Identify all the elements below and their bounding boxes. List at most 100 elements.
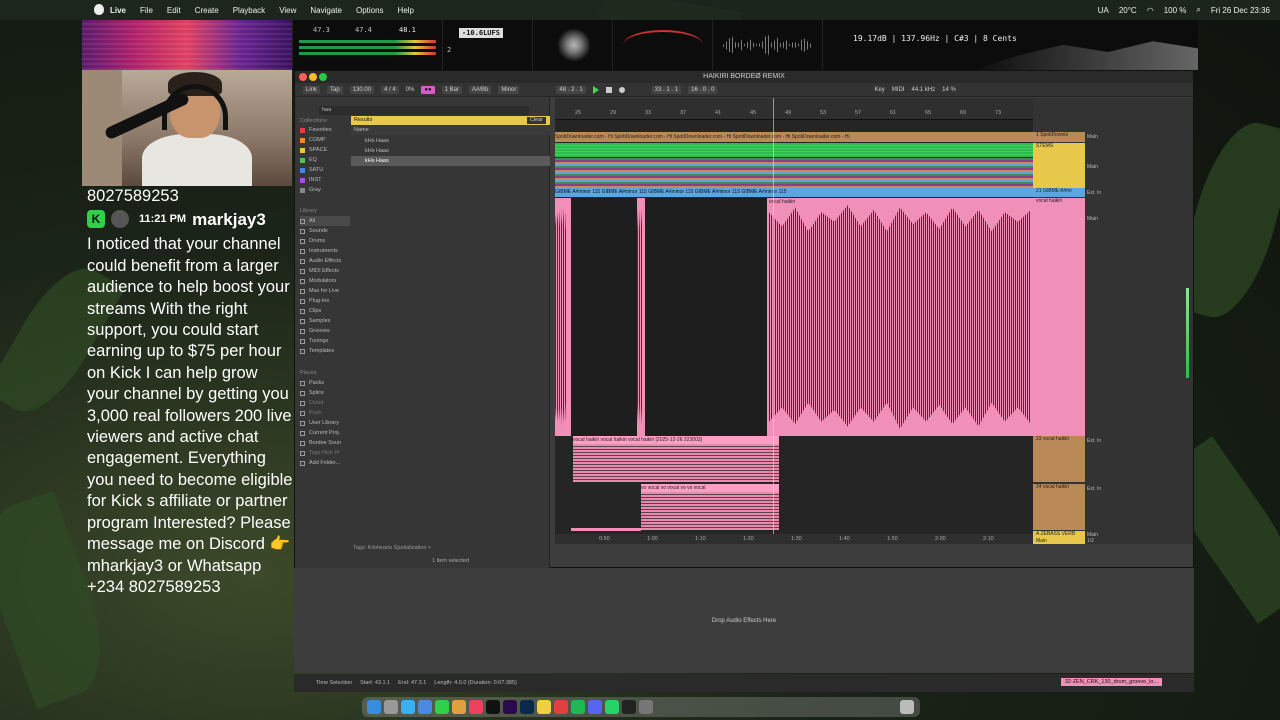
settings-icon[interactable] bbox=[639, 700, 653, 714]
stop-icon[interactable] bbox=[605, 86, 612, 93]
library-templates[interactable]: Templates bbox=[300, 346, 334, 356]
library-midi-effects[interactable]: MIDI Effects bbox=[300, 266, 339, 276]
menu-edit[interactable]: Edit bbox=[167, 6, 181, 15]
quantize-select[interactable]: 1 Bar bbox=[441, 85, 463, 94]
bar-ruler[interactable]: 25 29 33 37 41 45 49 53 57 61 65 69 73 bbox=[555, 98, 1033, 120]
device-view[interactable]: Drop Audio Effects Here bbox=[294, 568, 1194, 673]
clip-spotidownloader[interactable]: SpotiDownloader.com - Hi SpotiDownloader… bbox=[555, 132, 1033, 142]
discord-icon[interactable] bbox=[588, 700, 602, 714]
tap-button[interactable]: Tap bbox=[327, 85, 343, 94]
input-language[interactable]: UA bbox=[1098, 6, 1109, 15]
track-header-return-a[interactable]: A ZEBASS VERB bbox=[1033, 531, 1085, 538]
terminal-icon[interactable] bbox=[622, 700, 636, 714]
result-item-selected[interactable]: kHs Haas bbox=[351, 156, 550, 166]
lightroom-icon[interactable] bbox=[520, 700, 534, 714]
library-grooves[interactable]: Grooves bbox=[300, 326, 330, 336]
loop-start[interactable]: 33 . 1 . 1 bbox=[651, 85, 682, 94]
track-header-1[interactable]: 1 SpotiDownlo bbox=[1033, 132, 1085, 142]
track-header-gibme[interactable]: 21 GIBME A#mi bbox=[1033, 188, 1085, 197]
photos-icon[interactable] bbox=[452, 700, 466, 714]
library-tunings[interactable]: Tunings bbox=[300, 336, 328, 346]
time-signature[interactable]: 4 / 4 bbox=[381, 85, 399, 94]
clip-vocal-haikiri[interactable]: vocal haikiri bbox=[555, 198, 1033, 436]
menu-help[interactable]: Help bbox=[398, 6, 414, 15]
result-item[interactable]: kHs Haas bbox=[351, 136, 550, 146]
notes-icon[interactable] bbox=[537, 700, 551, 714]
collection-inst[interactable]: INST bbox=[300, 175, 322, 185]
track-header-vocal[interactable]: vocal haikiri bbox=[1033, 198, 1085, 436]
collection-satu[interactable]: SATU bbox=[300, 165, 323, 175]
clear-button[interactable]: Clear bbox=[526, 117, 546, 124]
music-icon[interactable] bbox=[469, 700, 483, 714]
key-map-button[interactable]: Key bbox=[874, 87, 884, 93]
mail-icon[interactable] bbox=[418, 700, 432, 714]
collection-eq[interactable]: EQ bbox=[300, 155, 317, 165]
library-sounds[interactable]: Sounds bbox=[300, 226, 328, 236]
midi-map-button[interactable]: MIDI bbox=[892, 87, 905, 93]
clip-vocal-haikiri-a[interactable]: vocal haikiri vocal haikiri vocal haikir… bbox=[573, 436, 779, 482]
menu-playback[interactable]: Playback bbox=[233, 6, 265, 15]
library-instruments[interactable]: Instruments bbox=[300, 246, 338, 256]
apple-icon[interactable] bbox=[94, 4, 104, 15]
zoom-button[interactable] bbox=[319, 73, 327, 81]
link-button[interactable]: Link bbox=[303, 85, 321, 94]
place-splice[interactable]: Splice bbox=[300, 388, 324, 398]
loop-length[interactable]: 16 . 0 . 0 bbox=[688, 85, 718, 94]
library-modulators[interactable]: Modulators bbox=[300, 276, 336, 286]
playhead[interactable] bbox=[773, 98, 774, 544]
weather-temp[interactable]: 20°C bbox=[1119, 6, 1137, 15]
menu-navigate[interactable]: Navigate bbox=[310, 6, 342, 15]
collection-space[interactable]: SPACE bbox=[300, 145, 327, 155]
results-name-column[interactable]: Name bbox=[351, 126, 550, 135]
tempo-field[interactable]: 130.00 bbox=[349, 85, 375, 94]
clip-vocal-haikiri-b[interactable]: vo vocal vo vocal vo vo vocal bbox=[641, 484, 779, 530]
menu-app[interactable]: Live bbox=[110, 6, 126, 15]
place-user-library[interactable]: User Library bbox=[300, 418, 339, 428]
library-audio-effects[interactable]: Audio Effects bbox=[300, 256, 341, 266]
library-plugins[interactable]: Plug-Ins bbox=[300, 296, 329, 306]
song-position[interactable]: 48 . 2 . 1 bbox=[556, 85, 586, 94]
track-header-main[interactable]: Main bbox=[1033, 538, 1085, 544]
menu-create[interactable]: Create bbox=[195, 6, 219, 15]
arrangement-view[interactable]: 25 29 33 37 41 45 49 53 57 61 65 69 73 S… bbox=[555, 98, 1033, 544]
wifi-icon[interactable]: ◠ bbox=[1147, 6, 1154, 15]
trash-icon[interactable] bbox=[900, 700, 914, 714]
battery-percent[interactable]: 100 % bbox=[1164, 6, 1187, 15]
finder-icon[interactable] bbox=[367, 700, 381, 714]
track-header-stems[interactable]: STEMS bbox=[1033, 143, 1085, 188]
status-clip-name[interactable]: 32-ZEN_CRK_130_drum_groove_lo... bbox=[1060, 678, 1162, 686]
library-samples[interactable]: Samples bbox=[300, 316, 330, 326]
menu-options[interactable]: Options bbox=[356, 6, 384, 15]
clip-stems-group[interactable] bbox=[555, 143, 1033, 157]
clock[interactable]: Fri 26 Dec 23:36 bbox=[1211, 6, 1270, 15]
metronome-button[interactable]: ●● bbox=[421, 85, 435, 94]
browser-search-input[interactable]: haa bbox=[319, 106, 529, 115]
place-tags[interactable]: Tags Nick Pr bbox=[300, 448, 340, 458]
lane-vocal-haikiri-23[interactable]: vocal haikiri vocal haikiri vocal haikir… bbox=[555, 436, 1033, 482]
result-item[interactable]: kHs Haas bbox=[351, 146, 550, 156]
premiere-icon[interactable] bbox=[503, 700, 517, 714]
safari-icon[interactable] bbox=[401, 700, 415, 714]
ableton-live-icon[interactable] bbox=[486, 700, 500, 714]
track-header-23[interactable]: 23 vocal haikiri bbox=[1033, 436, 1085, 482]
collection-gray[interactable]: Gray bbox=[300, 185, 321, 195]
minimize-button[interactable] bbox=[309, 73, 317, 81]
collection-favorites[interactable]: Favorites bbox=[300, 125, 332, 135]
time-ruler[interactable]: 0:50 1:00 1:10 1:20 1:30 1:40 1:50 2:00 … bbox=[555, 534, 1033, 544]
library-max-for-live[interactable]: Max for Live bbox=[300, 286, 339, 296]
collection-comp[interactable]: COMP bbox=[300, 135, 326, 145]
spotify-icon[interactable] bbox=[571, 700, 585, 714]
place-push[interactable]: Push bbox=[300, 408, 322, 418]
track-header-24[interactable]: 24 vocal haikiri bbox=[1033, 484, 1085, 530]
chrome-icon[interactable] bbox=[554, 700, 568, 714]
library-clips[interactable]: Clips bbox=[300, 306, 321, 316]
menu-view[interactable]: View bbox=[279, 6, 296, 15]
messages-icon[interactable] bbox=[435, 700, 449, 714]
record-icon[interactable] bbox=[618, 86, 625, 93]
play-icon[interactable] bbox=[592, 85, 599, 94]
clip-gibme[interactable]: GIBME A#minor 115 GIBME A#minor 115 GIBM… bbox=[555, 188, 1033, 197]
launchpad-icon[interactable] bbox=[384, 700, 398, 714]
tag-filter-bar[interactable]: Tags: Kilohearts Spatialization × bbox=[353, 545, 548, 553]
close-button[interactable] bbox=[299, 73, 307, 81]
lane-vocal-haikiri-24[interactable]: vo vocal vo vocal vo vo vocal bbox=[555, 484, 1033, 531]
